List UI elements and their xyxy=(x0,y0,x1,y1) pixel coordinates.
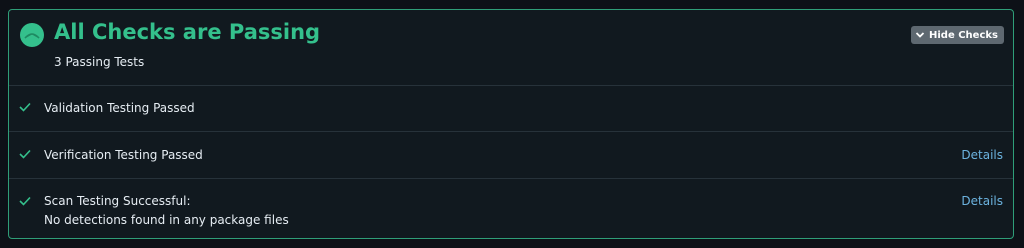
status-dot-icon xyxy=(20,23,44,47)
checkmark-icon xyxy=(19,102,31,112)
details-link[interactable]: Details xyxy=(961,148,1003,162)
checkmark-icon xyxy=(19,149,31,159)
check-row-scan: Scan Testing Successful: No detections f… xyxy=(9,179,1013,238)
checkmark-icon xyxy=(19,196,31,206)
check-row-verification: Verification Testing Passed Details xyxy=(9,132,1013,179)
check-row-validation: Validation Testing Passed xyxy=(9,86,1013,132)
check-label: Scan Testing Successful: xyxy=(44,194,191,208)
check-label: Validation Testing Passed xyxy=(44,101,195,115)
hide-checks-label: Hide Checks xyxy=(929,29,998,41)
checks-header: All Checks are Passing 3 Passing Tests H… xyxy=(9,10,1013,86)
page-title: All Checks are Passing xyxy=(54,20,321,44)
details-link[interactable]: Details xyxy=(961,194,1003,208)
passing-count: 3 Passing Tests xyxy=(54,55,145,69)
check-detail-text: No detections found in any package files xyxy=(44,213,289,227)
hide-checks-button[interactable]: Hide Checks xyxy=(911,26,1004,44)
check-label: Verification Testing Passed xyxy=(44,148,203,162)
chevron-down-icon xyxy=(915,32,925,38)
checks-panel: All Checks are Passing 3 Passing Tests H… xyxy=(8,9,1014,239)
